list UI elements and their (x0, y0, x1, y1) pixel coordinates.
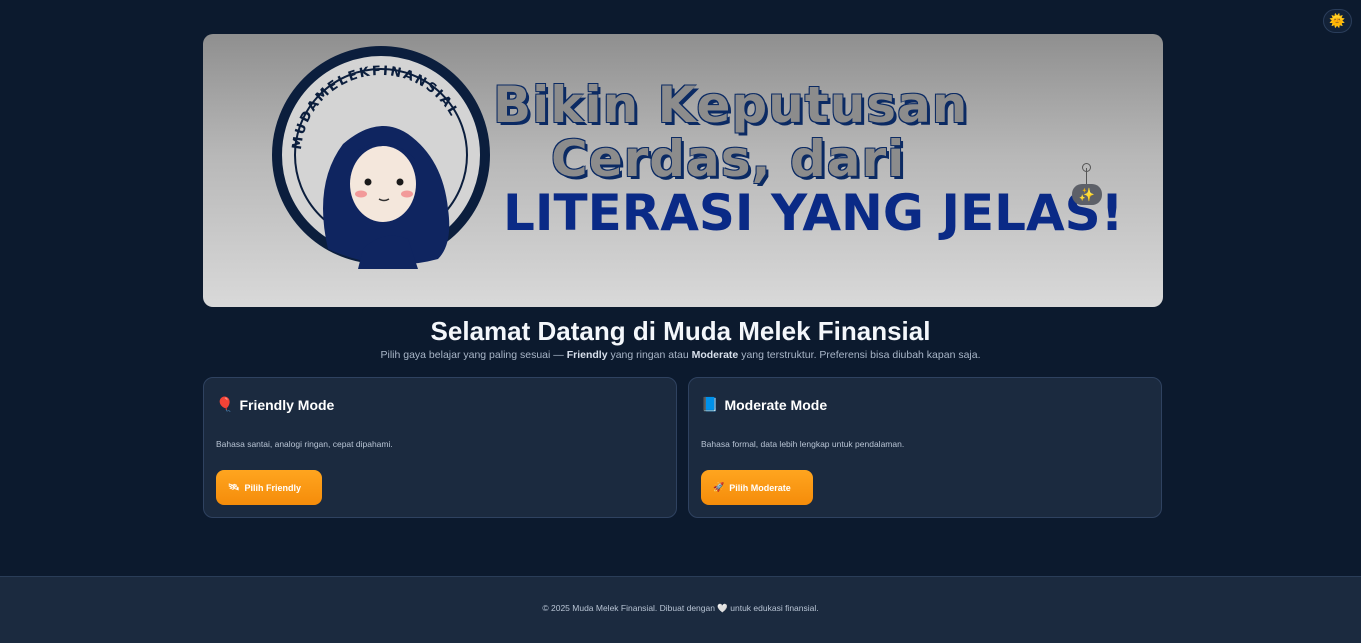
headline-line-3: LITERASI YANG JELAS! (503, 184, 1124, 242)
moderate-card-title-text: Moderate Mode (724, 396, 828, 413)
subtitle-text-pre: Pilih gaya belajar yang paling sesuai — (380, 349, 567, 361)
page-subtitle: Pilih gaya belajar yang paling sesuai — … (0, 349, 1361, 361)
moderate-card-description: Bahasa formal, data lebih lengkap untuk … (701, 439, 905, 449)
rocket-icon: 🚀 (713, 482, 725, 492)
theme-toggle-button[interactable]: 🌞 (1323, 9, 1352, 33)
hero-banner: MUDAMELEKFINANSIAL Bikin Keputusan Cerda… (203, 34, 1163, 307)
friendly-card-description: Bahasa santai, analogi ringan, cepat dip… (216, 439, 393, 449)
sparkle-icon: ✨ (1072, 184, 1102, 205)
sun-icon: 🌞 (1329, 13, 1346, 28)
choose-friendly-label: Pilih Friendly (244, 482, 301, 493)
subtitle-text-post: yang terstruktur. Preferensi bisa diubah… (738, 349, 981, 361)
choose-moderate-button[interactable]: 🚀 Pilih Moderate (701, 470, 813, 505)
balloon-icon: 🎈 (216, 396, 234, 412)
headline-line-2: Cerdas, dari (551, 130, 906, 188)
footer: © 2025 Muda Melek Finansial. Dibuat deng… (0, 576, 1361, 643)
choose-friendly-button[interactable]: 🛰 Pilih Friendly (216, 470, 322, 505)
footer-copyright: © 2025 Muda Melek Finansial. Dibuat deng… (542, 603, 819, 613)
book-icon: 📘 (701, 396, 719, 412)
choose-moderate-label: Pilih Moderate (729, 482, 791, 493)
satellite-icon: 🛰 (228, 482, 240, 492)
moderate-mode-card: 📘 Moderate Mode Bahasa formal, data lebi… (688, 377, 1162, 518)
subtitle-friendly: Friendly (566, 349, 608, 361)
page-title: Selamat Datang di Muda Melek Finansial (430, 316, 931, 346)
friendly-mode-card: 🎈 Friendly Mode Bahasa santai, analogi r… (203, 377, 677, 518)
friendly-card-title: 🎈 Friendly Mode (216, 396, 334, 413)
headline-line-1: Bikin Keputusan (493, 76, 969, 134)
subtitle-moderate: Moderate (691, 349, 739, 361)
moderate-card-title: 📘 Moderate Mode (701, 396, 827, 413)
friendly-card-title-text: Friendly Mode (239, 396, 335, 413)
subtitle-text-mid: yang ringan atau (607, 349, 692, 361)
sparkle-tag-string (1086, 168, 1087, 184)
